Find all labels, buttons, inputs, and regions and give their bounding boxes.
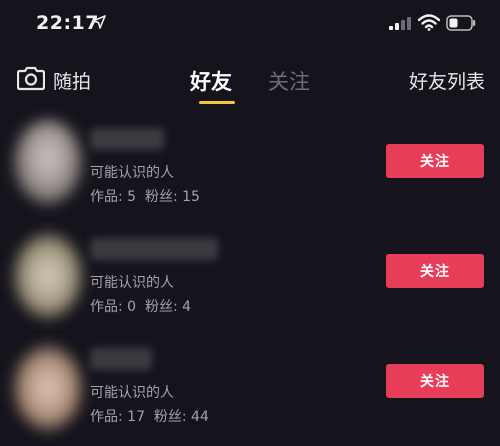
list-item[interactable]: 可能认识的人 作品: 0 粉丝: 4 关注 [0,226,500,336]
blurred-username [90,128,164,150]
status-bar: 22:17 [0,0,500,50]
location-arrow-icon [92,15,106,29]
works-count: 作品: 17 [90,409,145,425]
camera-icon[interactable] [17,65,45,91]
fans-count: 粉丝: 4 [144,299,192,315]
avatar[interactable] [14,120,82,204]
cellular-signal-icon [389,17,411,30]
follow-button[interactable]: 关注 [386,144,484,178]
works-count: 作品: 5 [90,189,137,205]
suggestion-reason: 可能认识的人 [90,165,174,181]
wifi-icon [418,14,440,31]
avatar[interactable] [14,346,82,430]
suggestion-reason: 可能认识的人 [90,275,174,291]
follow-button[interactable]: 关注 [386,364,484,398]
status-time: 22:17 [36,12,99,34]
tab-follow[interactable]: 关注 [268,66,310,96]
active-tab-indicator [199,101,235,104]
tab-friends[interactable]: 好友 [190,66,232,96]
works-count: 作品: 0 [90,299,137,315]
friend-list-link[interactable]: 好友列表 [409,67,485,94]
avatar[interactable] [14,234,82,318]
suggestion-reason: 可能认识的人 [90,385,174,401]
blurred-username [90,238,218,260]
user-stats: 作品: 5 粉丝: 15 [90,186,200,206]
snap-label[interactable]: 随拍 [53,67,91,94]
top-nav: 随拍 好友 关注 好友列表 [0,55,500,105]
user-stats: 作品: 0 粉丝: 4 [90,296,191,316]
fans-count: 粉丝: 44 [153,409,209,425]
list-item[interactable]: 可能认识的人 作品: 17 粉丝: 44 关注 [0,336,500,446]
battery-icon [446,15,476,31]
blurred-username [90,348,152,370]
user-stats: 作品: 17 粉丝: 44 [90,406,209,426]
follow-button[interactable]: 关注 [386,254,484,288]
fans-count: 粉丝: 15 [144,189,200,205]
list-item[interactable]: 可能认识的人 作品: 5 粉丝: 15 关注 [0,116,500,226]
